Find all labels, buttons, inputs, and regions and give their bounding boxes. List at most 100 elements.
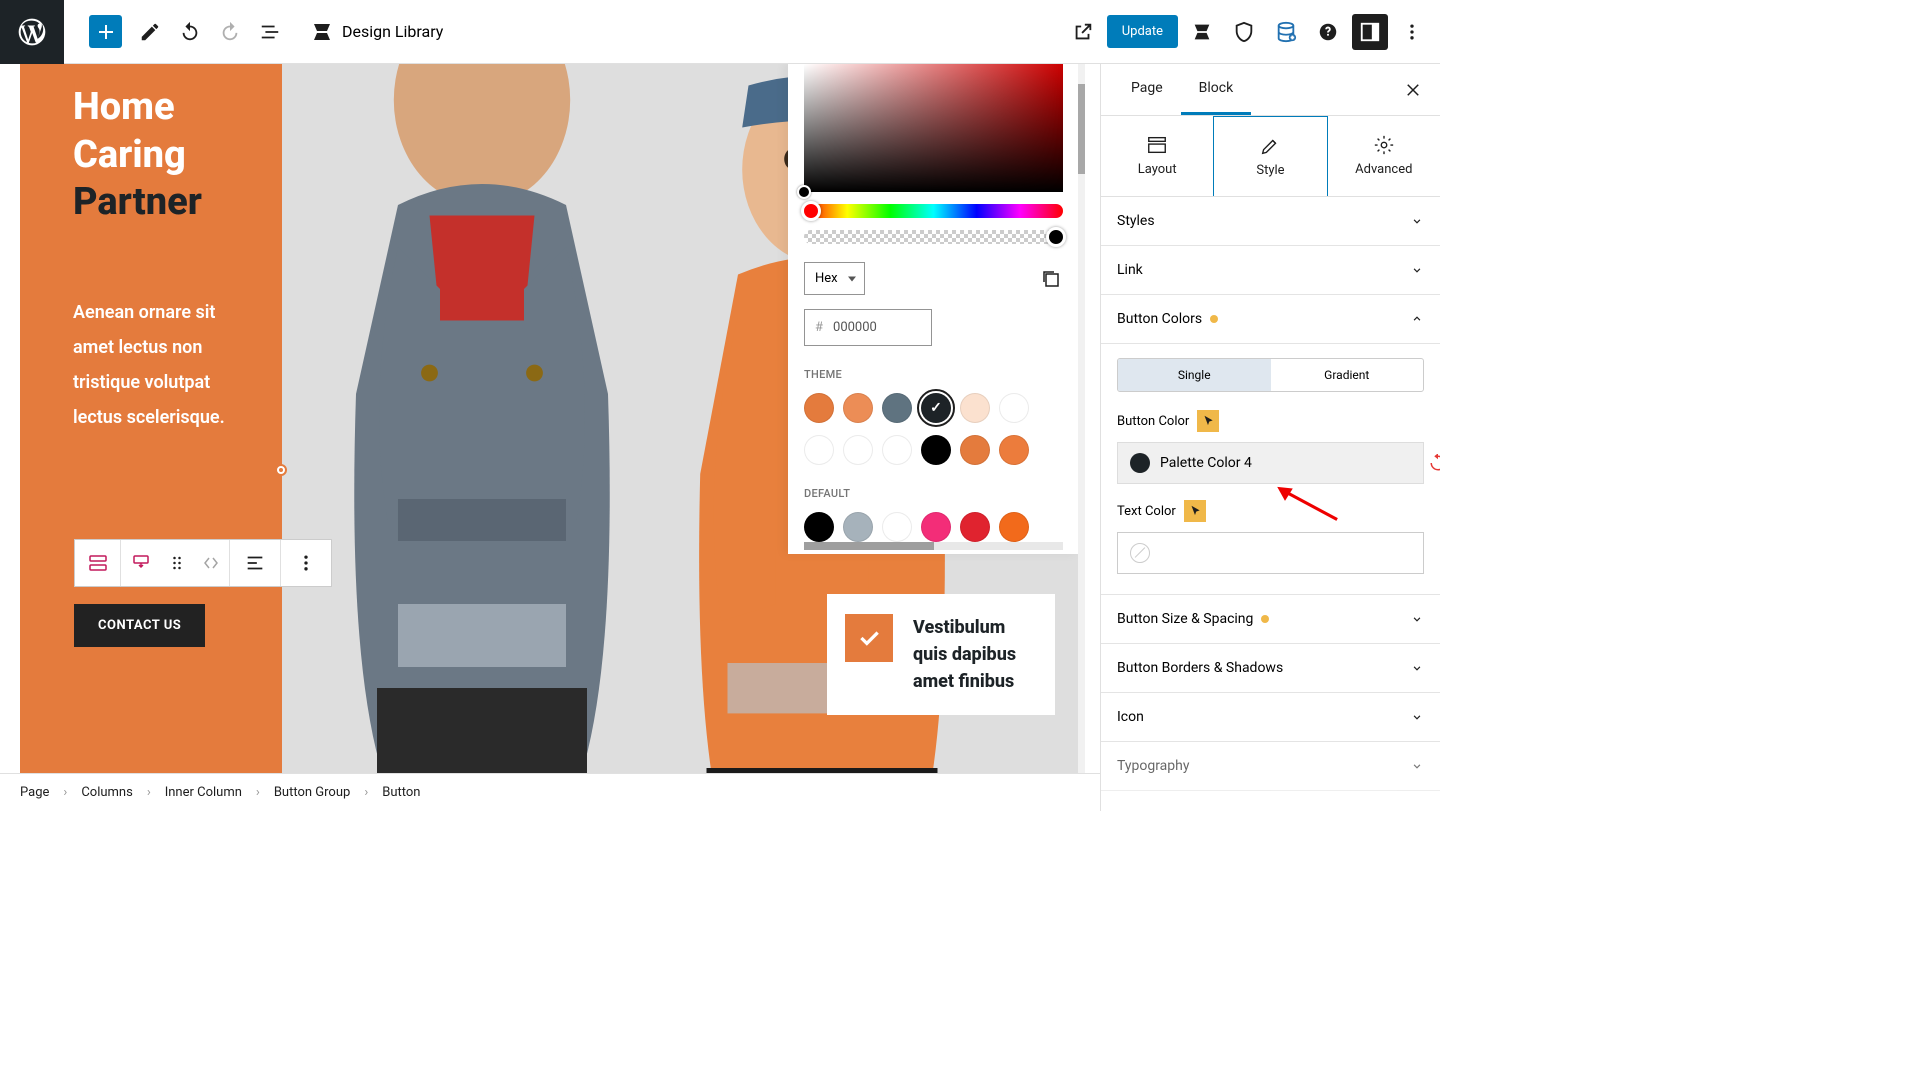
- hero-paragraph: Aenean ornare sit amet lectus non tristi…: [73, 295, 260, 435]
- swatch[interactable]: [921, 512, 951, 542]
- hero-title-line3: Partner: [73, 180, 202, 224]
- align-button[interactable]: [230, 540, 280, 586]
- block-type-child-icon[interactable]: [121, 540, 161, 586]
- panel-button-colors-body: Single Gradient Button Color Palette Col…: [1101, 344, 1440, 595]
- undo-button[interactable]: [170, 12, 210, 52]
- hero-title-line1: Home: [73, 85, 175, 129]
- swatch[interactable]: [882, 393, 912, 423]
- swatch[interactable]: [921, 435, 951, 465]
- block-more-button[interactable]: [281, 540, 331, 586]
- add-block-button[interactable]: [89, 15, 122, 48]
- seg-single[interactable]: Single: [1118, 359, 1271, 391]
- wordpress-logo[interactable]: [0, 0, 64, 64]
- feature-text-1: Vestibulum quis dapibus amet finibus: [913, 614, 1037, 695]
- more-options-button[interactable]: [1394, 14, 1430, 50]
- block-type-icon[interactable]: [75, 540, 120, 586]
- bc-item[interactable]: Columns: [81, 785, 133, 800]
- tab-page[interactable]: Page: [1113, 64, 1181, 115]
- move-arrows[interactable]: [193, 540, 229, 586]
- bc-item[interactable]: Button Group: [274, 785, 350, 800]
- hex-input[interactable]: # 000000: [804, 309, 932, 346]
- theme-colors-label: THEME: [804, 368, 1063, 381]
- update-button[interactable]: Update: [1107, 15, 1178, 48]
- subtab-style[interactable]: Style: [1213, 116, 1327, 196]
- design-library-label: Design Library: [342, 22, 443, 41]
- default-colors-label: DEFAULT: [804, 487, 1063, 500]
- swatch[interactable]: [882, 512, 912, 542]
- hover-state-icon[interactable]: [1197, 410, 1219, 432]
- hex-value: 000000: [833, 320, 877, 335]
- hero-title: Home Caring Partner: [73, 84, 260, 227]
- tab-block[interactable]: Block: [1181, 64, 1252, 115]
- swatch[interactable]: [999, 512, 1029, 542]
- subtab-layout-label: Layout: [1138, 162, 1177, 177]
- block-resize-handle[interactable]: [275, 464, 287, 476]
- color-format-select[interactable]: Hex: [804, 262, 865, 295]
- panel-button-colors[interactable]: Button Colors: [1101, 295, 1440, 344]
- bc-item[interactable]: Inner Column: [165, 785, 242, 800]
- hex-hash: #: [815, 320, 823, 335]
- drag-handle[interactable]: [161, 540, 193, 586]
- inspector-sidebar: Page Block Layout Style Advanced Styles …: [1100, 64, 1440, 811]
- canvas-scrollbar[interactable]: [1078, 64, 1085, 773]
- subtab-advanced-label: Advanced: [1355, 162, 1412, 177]
- settings-toggle[interactable]: [1352, 14, 1388, 50]
- swatch[interactable]: [843, 512, 873, 542]
- empty-color-swatch: [1130, 543, 1150, 563]
- swatch[interactable]: [804, 435, 834, 465]
- theme-swatch-row-1: [804, 393, 1063, 423]
- hero-title-line2: Caring: [73, 133, 186, 177]
- circle-icon[interactable]: [1310, 14, 1346, 50]
- bc-item[interactable]: Page: [20, 785, 49, 800]
- edit-tool-icon[interactable]: [130, 12, 170, 52]
- panel-link[interactable]: Link: [1101, 246, 1440, 295]
- editor-canvas[interactable]: Home Caring Partner Aenean ornare sit am…: [0, 64, 1085, 773]
- swatch[interactable]: [999, 435, 1029, 465]
- swatch[interactable]: [843, 435, 873, 465]
- close-sidebar-button[interactable]: [1398, 75, 1428, 105]
- swatch[interactable]: [999, 393, 1029, 423]
- alpha-slider[interactable]: [804, 230, 1063, 244]
- redo-button[interactable]: [210, 12, 250, 52]
- color-swatch-preview: [1130, 453, 1150, 473]
- color-mode-segmented: Single Gradient: [1117, 358, 1424, 392]
- text-color-field[interactable]: [1117, 532, 1424, 574]
- swatch[interactable]: [843, 393, 873, 423]
- stackable-icon[interactable]: [1184, 14, 1220, 50]
- hover-state-icon[interactable]: [1184, 500, 1206, 522]
- subtab-advanced[interactable]: Advanced: [1328, 116, 1440, 196]
- contact-button[interactable]: CONTACT US: [74, 604, 205, 647]
- check-icon: [845, 614, 893, 662]
- swatch[interactable]: [804, 393, 834, 423]
- panel-styles[interactable]: Styles: [1101, 197, 1440, 246]
- swatch[interactable]: [960, 512, 990, 542]
- swatch-selected[interactable]: [921, 393, 951, 423]
- shield-icon[interactable]: [1226, 14, 1262, 50]
- bc-item[interactable]: Button: [382, 785, 420, 800]
- view-page-button[interactable]: [1065, 14, 1101, 50]
- swatch[interactable]: [960, 393, 990, 423]
- block-toolbar: [74, 539, 332, 587]
- subtab-layout[interactable]: Layout: [1101, 116, 1213, 196]
- reset-color-icon[interactable]: [1429, 454, 1440, 472]
- theme-swatch-row-2: [804, 435, 1063, 465]
- panel-borders-shadows[interactable]: Button Borders & Shadows: [1101, 644, 1440, 693]
- listview-button[interactable]: [250, 12, 290, 52]
- panel-icon[interactable]: Icon: [1101, 693, 1440, 742]
- design-library-button[interactable]: Design Library: [310, 20, 443, 44]
- seg-gradient[interactable]: Gradient: [1271, 359, 1424, 391]
- panel-size-spacing[interactable]: Button Size & Spacing: [1101, 595, 1440, 644]
- hue-slider[interactable]: [804, 204, 1063, 218]
- panel-typography[interactable]: Typography: [1101, 742, 1440, 791]
- swatch[interactable]: [804, 512, 834, 542]
- swatch[interactable]: [882, 435, 912, 465]
- database-icon[interactable]: [1268, 14, 1304, 50]
- button-color-field[interactable]: Palette Color 4: [1117, 442, 1424, 484]
- saturation-picker[interactable]: [804, 64, 1063, 192]
- color-picker-popover: Hex # 000000 THEME: [788, 64, 1080, 554]
- button-color-label: Button Color: [1117, 410, 1424, 432]
- swatch[interactable]: [960, 435, 990, 465]
- modified-indicator: [1210, 315, 1218, 323]
- copy-color-icon[interactable]: [1039, 267, 1063, 291]
- picker-scrollbar[interactable]: [804, 542, 1063, 550]
